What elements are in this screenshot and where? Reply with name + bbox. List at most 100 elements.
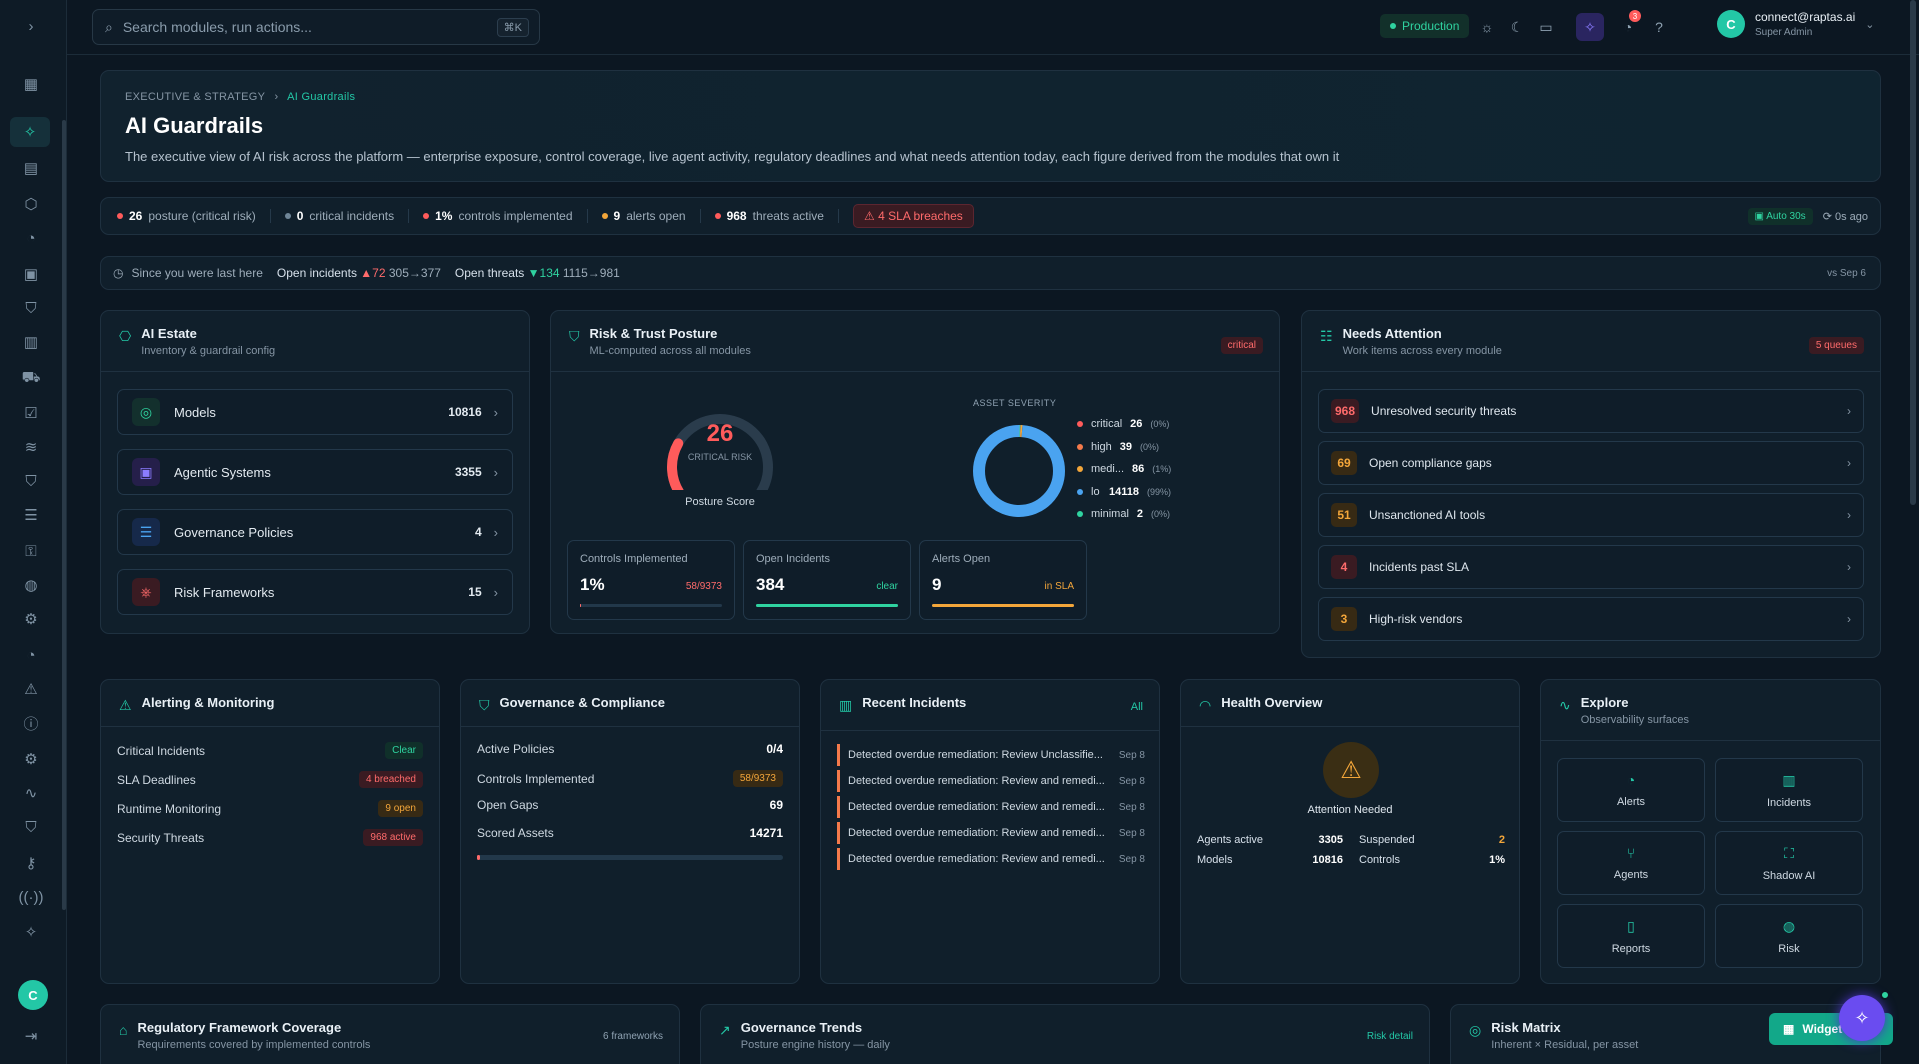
environment-badge[interactable]: Production [1380, 14, 1470, 38]
sidebar-scrollbar[interactable] [62, 120, 66, 910]
clipboard-check-icon[interactable]: ▣ [19, 262, 43, 286]
explore-tile[interactable]: ▯ Reports [1557, 904, 1705, 968]
explore-tile[interactable]: ⛶ Shadow AI [1715, 831, 1863, 895]
document-icon[interactable]: ▤ [19, 156, 43, 180]
explore-tile[interactable]: ◍ Risk [1715, 904, 1863, 968]
incident-row[interactable]: Detected overdue remediation: Review and… [837, 822, 1145, 844]
alert-circle-icon[interactable]: ⓘ [19, 711, 43, 735]
since-label: Since you were last here [131, 266, 263, 280]
alerting-row[interactable]: SLA Deadlines 4 breached [117, 771, 423, 788]
page-scrollbar[interactable] [1910, 0, 1916, 505]
explore-tile-label: Shadow AI [1762, 869, 1816, 882]
logout-icon[interactable]: ⇥ [19, 1024, 43, 1048]
shield-icon[interactable]: ⛉ [19, 296, 43, 320]
refresh-button[interactable]: ⟳ 0s ago [1823, 210, 1868, 223]
sparkle-icon[interactable]: ✧ [10, 117, 50, 147]
incident-row[interactable]: Detected overdue remediation: Review and… [837, 796, 1145, 818]
governance-row[interactable]: Scored Assets 14271 [477, 826, 783, 840]
lock-icon[interactable]: ⚿ [19, 539, 43, 563]
explore-tile[interactable]: ⑂ Agents [1557, 831, 1705, 895]
explore-tile[interactable]: ◔ Alerts [1557, 758, 1705, 822]
bell-icon[interactable]: ◔ [19, 226, 43, 250]
attention-row[interactable]: 4 Incidents past SLA › [1318, 545, 1864, 589]
database-icon[interactable]: ☰ [19, 503, 43, 527]
estate-row-label: Risk Frameworks [174, 584, 275, 600]
explore-tile[interactable]: ▥ Incidents [1715, 758, 1863, 822]
stat-item[interactable]: 9 alerts open [601, 209, 701, 223]
posture-mini-card[interactable]: Alerts Open 9 in SLA [919, 540, 1087, 620]
incident-row[interactable]: Detected overdue remediation: Review and… [837, 848, 1145, 870]
sun-icon[interactable]: ☼ [1473, 13, 1501, 41]
search-input[interactable]: ⌕ Search modules, run actions... ⌘K [92, 9, 540, 45]
truck-icon[interactable]: ⛟ [19, 366, 43, 390]
cpu-icon[interactable]: ⚙ [19, 607, 43, 631]
incident-row[interactable]: Detected overdue remediation: Review Unc… [837, 744, 1145, 766]
mini-status: in SLA [1044, 581, 1074, 592]
stat-item[interactable]: 1% controls implemented [423, 209, 588, 223]
notification-bell-icon[interactable]: ◔ 3 [1614, 10, 1642, 41]
incident-row[interactable]: Detected overdue remediation: Review and… [837, 770, 1145, 792]
ai-sparkle-icon[interactable]: ✧ [1576, 13, 1604, 41]
checkbox-icon[interactable]: ☑ [19, 401, 43, 425]
moon-icon[interactable]: ☾ [1503, 13, 1531, 41]
settings-icon[interactable]: ⚙ [19, 747, 43, 771]
open-incidents-delta: ▲72 [360, 266, 386, 280]
posture-score: 26 [706, 420, 734, 447]
sla-breaches-label: 4 SLA breaches [878, 209, 963, 223]
clipboard-icon[interactable]: ▥ [19, 330, 43, 354]
estate-row-models[interactable]: ◎ Models 10816 › [117, 389, 513, 435]
activity-icon[interactable]: ∿ [19, 781, 43, 805]
posture-mini-card[interactable]: Controls Implemented 1% 58/9373 [567, 540, 735, 620]
notification-count: 3 [1629, 10, 1641, 22]
severity-value: 86 [1132, 463, 1145, 475]
attention-row[interactable]: 51 Unsanctioned AI tools › [1318, 493, 1864, 537]
sla-breaches-badge[interactable]: ⚠ 4 SLA breaches [852, 204, 974, 228]
broadcast-icon[interactable]: ((·)) [19, 885, 44, 909]
help-icon[interactable]: ? [1645, 13, 1673, 41]
user-menu[interactable]: C connect@raptas.ai Super Admin ⌄ [1717, 10, 1874, 38]
alarm-icon[interactable]: ◔ [19, 643, 43, 667]
estate-row-label: Agentic Systems [174, 464, 271, 480]
stat-item[interactable]: 0 critical incidents [284, 209, 410, 223]
attention-row[interactable]: 69 Open compliance gaps › [1318, 441, 1864, 485]
alerting-row[interactable]: Security Threats 968 active [117, 829, 423, 846]
explore-tile-label: Incidents [1766, 796, 1812, 809]
online-indicator [1880, 990, 1890, 1000]
posture-mini-card[interactable]: Open Incidents 384 clear [743, 540, 911, 620]
shield-outline-icon[interactable]: ⛉ [19, 815, 43, 839]
estate-row-governance-policies[interactable]: ☰ Governance Policies 4 › [117, 509, 513, 555]
stat-item[interactable]: 968 threats active [714, 209, 839, 223]
attention-row[interactable]: 968 Unresolved security threats › [1318, 389, 1864, 433]
risk-detail-link[interactable]: Risk detail [1367, 1031, 1413, 1042]
attention-title: Needs Attention [1342, 326, 1442, 341]
auto-refresh-badge[interactable]: ▣ Auto 30s [1747, 207, 1813, 225]
expand-icon[interactable]: › [19, 14, 43, 38]
attention-label: Open compliance gaps [1369, 456, 1492, 470]
dashboard-icon[interactable]: ▦ [19, 72, 43, 96]
ai-assistant-button[interactable]: ✧ [1839, 995, 1885, 1041]
cube-icon[interactable]: ⬡ [19, 192, 43, 216]
alerting-row[interactable]: Runtime Monitoring 9 open [117, 800, 423, 817]
shield-check-icon[interactable]: ⛉ [19, 469, 43, 493]
stat-item[interactable]: 26 posture (critical risk) [117, 209, 271, 223]
estate-row-value: 4 [474, 525, 482, 539]
sparkle-outline-icon[interactable]: ✧ [19, 920, 43, 944]
warning-icon[interactable]: ⚠ [19, 677, 43, 701]
estate-row-agentic-systems[interactable]: ▣ Agentic Systems 3355 › [117, 449, 513, 495]
divider [1181, 726, 1519, 727]
monitor-icon[interactable]: ▭ [1532, 13, 1560, 41]
governance-row[interactable]: Open Gaps 69 [477, 798, 783, 812]
book-icon: ▯ [1627, 917, 1635, 934]
rail-avatar[interactable]: C [18, 980, 48, 1010]
governance-row[interactable]: Active Policies 0/4 [477, 742, 783, 756]
mini-value: 9 [932, 575, 942, 594]
layers-icon[interactable]: ≋ [19, 435, 43, 459]
alerting-row[interactable]: Critical Incidents Clear [117, 742, 423, 759]
attention-row[interactable]: 3 High-risk vendors › [1318, 597, 1864, 641]
estate-row-risk-frameworks[interactable]: ⎈ Risk Frameworks 15 › [117, 569, 513, 615]
globe-icon[interactable]: ◍ [19, 573, 43, 597]
breadcrumb-parent[interactable]: EXECUTIVE & STRATEGY [125, 91, 265, 103]
incidents-all-link[interactable]: All [1131, 701, 1143, 713]
governance-row[interactable]: Controls Implemented 58/9373 [477, 770, 783, 787]
key-icon[interactable]: ⚷ [19, 851, 43, 875]
